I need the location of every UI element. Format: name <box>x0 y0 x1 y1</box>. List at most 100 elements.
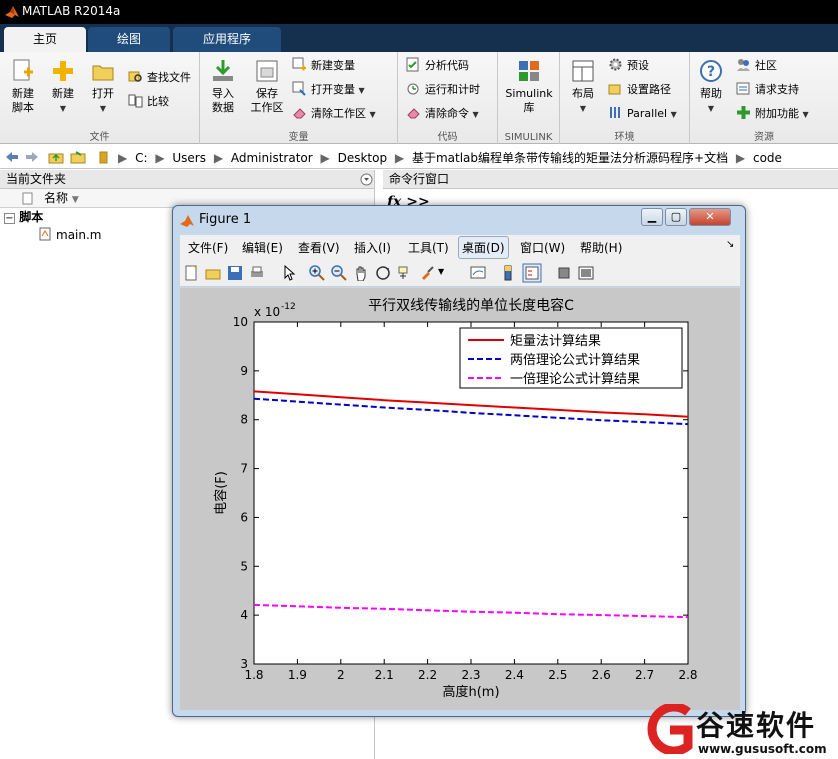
layout-button[interactable]: 布局 ▼ <box>566 58 600 116</box>
breadcrumb: ▶ C: ▶ Users ▶ Administrator ▶ Desktop ▶… <box>118 149 786 166</box>
print-icon[interactable] <box>249 265 265 281</box>
addons-button[interactable]: 附加功能 ▼ <box>736 104 809 124</box>
breadcrumb-item[interactable]: Users <box>172 151 206 165</box>
menu-tools[interactable]: 工具(T) <box>408 239 449 256</box>
data-cursor-icon[interactable] <box>397 265 413 281</box>
new-variable-icon <box>292 57 306 71</box>
new-variable-label: 新建变量 <box>311 59 355 72</box>
figure-close-button[interactable]: ✕ <box>689 208 731 226</box>
forward-arrow-icon[interactable] <box>24 149 40 165</box>
open-file-icon[interactable] <box>205 265 221 281</box>
save-workspace-icon <box>256 60 278 82</box>
menu-edit[interactable]: 编辑(E) <box>242 239 283 256</box>
matlab-logo-icon <box>180 215 194 227</box>
eraser-icon <box>293 108 306 119</box>
link-plot-icon[interactable] <box>470 265 486 281</box>
clear-commands-button[interactable]: 清除命令 ▼ <box>406 104 479 124</box>
save-workspace-button[interactable]: 保存 工作区 <box>246 58 288 115</box>
save-icon[interactable] <box>227 265 243 281</box>
analyze-code-icon <box>406 57 419 72</box>
set-path-icon <box>608 84 621 95</box>
brush-icon[interactable] <box>419 265 435 281</box>
analyze-code-button[interactable]: 分析代码 <box>406 56 469 76</box>
import-data-button[interactable]: 导入 数据 <box>206 58 240 115</box>
figure-minimize-button[interactable]: ▁ <box>641 208 663 226</box>
request-support-label: 请求支持 <box>755 83 799 96</box>
menu-window[interactable]: 窗口(W) <box>520 239 565 256</box>
tab-plots[interactable]: 绘图 <box>88 27 170 52</box>
new-script-label-2: 脚本 <box>12 101 34 114</box>
open-button[interactable]: 打开 ▼ <box>86 58 120 116</box>
run-and-time-icon <box>407 83 419 95</box>
menu-desktop[interactable]: 桌面(D) <box>458 236 509 259</box>
group-environment: 布局 ▼ 预设 设置路径 Parallel ▼ 环境 <box>560 52 690 144</box>
parallel-button[interactable]: Parallel ▼ <box>608 104 677 124</box>
file-name: main.m <box>56 228 102 242</box>
open-variable-button[interactable]: 打开变量 ▼ <box>292 80 365 100</box>
y-tick-label: 4 <box>240 608 248 622</box>
close-button[interactable] <box>808 0 838 24</box>
ribbon: 新建 脚本 新建 ▼ 打开 ▼ 查找文件 比较 文件 导入 数据 保存 工作区 <box>0 52 838 144</box>
set-path-button[interactable]: 设置路径 <box>608 80 671 100</box>
zoom-out-icon[interactable] <box>331 265 347 281</box>
x-tick-label: 2.7 <box>635 668 654 682</box>
clear-workspace-dropdown-icon: ▼ <box>369 110 376 119</box>
new-button[interactable]: 新建 ▼ <box>46 58 80 116</box>
new-dropdown-icon: ▼ <box>59 104 67 113</box>
collapse-icon[interactable]: − <box>4 213 15 224</box>
up-folder-icon[interactable] <box>48 149 64 165</box>
save-label-2: 工作区 <box>250 101 284 114</box>
y-tick-label: 7 <box>240 462 248 476</box>
new-variable-button[interactable]: 新建变量 <box>292 56 355 76</box>
new-script-button[interactable]: 新建 脚本 <box>6 58 40 115</box>
breadcrumb-separator-icon: ▶ <box>735 151 746 165</box>
menu-file[interactable]: 文件(F) <box>188 239 228 256</box>
menu-help[interactable]: 帮助(H) <box>580 239 622 256</box>
find-files-button[interactable]: 查找文件 <box>128 68 191 88</box>
new-figure-icon[interactable] <box>183 265 199 281</box>
rotate-3d-icon[interactable] <box>375 265 391 281</box>
tab-apps[interactable]: 应用程序 <box>173 27 281 52</box>
zoom-in-icon[interactable] <box>309 265 325 281</box>
menu-insert[interactable]: 插入(I) <box>354 239 391 256</box>
run-and-time-button[interactable]: 运行和计时 <box>406 80 480 100</box>
preferences-button[interactable]: 预设 <box>608 56 649 76</box>
breadcrumb-item[interactable]: C: <box>135 151 147 165</box>
pan-hand-icon[interactable] <box>353 265 369 281</box>
back-arrow-icon[interactable] <box>4 149 20 165</box>
breadcrumb-item[interactable]: code <box>753 151 782 165</box>
figure-canvas[interactable]: 1.8 1.9 2 2.1 2.2 2.3 2.4 2.5 2.6 2.7 2.8 3 4 5 6 7 8 9 10… <box>180 288 740 710</box>
breadcrumb-item[interactable]: 基于matlab编程单条带传输线的矩量法分析源码程序+文档 <box>412 151 728 165</box>
browse-folder-icon[interactable] <box>70 149 86 165</box>
gear-icon <box>609 58 622 71</box>
legend-icon[interactable] <box>522 263 542 283</box>
find-files-label: 查找文件 <box>147 71 191 84</box>
clear-workspace-button[interactable]: 清除工作区 ▼ <box>292 104 376 124</box>
svg-text:?: ? <box>707 64 715 80</box>
help-dropdown-icon: ▼ <box>707 104 715 113</box>
simulink-library-button[interactable]: Simulink 库 <box>502 58 556 115</box>
community-button[interactable]: 社区 <box>736 56 777 76</box>
colorbar-icon[interactable] <box>500 265 516 281</box>
request-support-button[interactable]: 请求支持 <box>736 80 799 100</box>
menu-view[interactable]: 查看(V) <box>298 239 340 256</box>
folder-icon <box>99 151 108 164</box>
title-bar: MATLAB R2014a <box>0 0 838 24</box>
group-variable: 导入 数据 保存 工作区 新建变量 打开变量 ▼ 清除工作区 ▼ 变量 <box>200 52 398 144</box>
panel-menu-button[interactable] <box>360 170 374 189</box>
figure-maximize-button[interactable]: ▢ <box>665 208 687 226</box>
pointer-icon[interactable] <box>281 265 297 281</box>
breadcrumb-item[interactable]: Administrator <box>231 151 313 165</box>
maximize-button[interactable] <box>778 0 808 24</box>
new-script-label-1: 新建 <box>12 87 34 100</box>
help-button[interactable]: ? 帮助 ▼ <box>694 58 728 116</box>
brush-dropdown-icon[interactable]: ▼ <box>438 267 444 276</box>
breadcrumb-item[interactable]: Desktop <box>338 151 388 165</box>
dock-arrow-icon[interactable]: ↘ <box>726 239 734 250</box>
tab-home[interactable]: 主页 <box>4 27 86 52</box>
minimize-button[interactable] <box>748 0 778 24</box>
show-plot-tools-icon[interactable] <box>578 265 594 281</box>
hide-plot-tools-icon[interactable] <box>556 265 572 281</box>
compare-button[interactable]: 比较 <box>128 92 169 112</box>
group-variable-label: 变量 <box>288 132 309 143</box>
